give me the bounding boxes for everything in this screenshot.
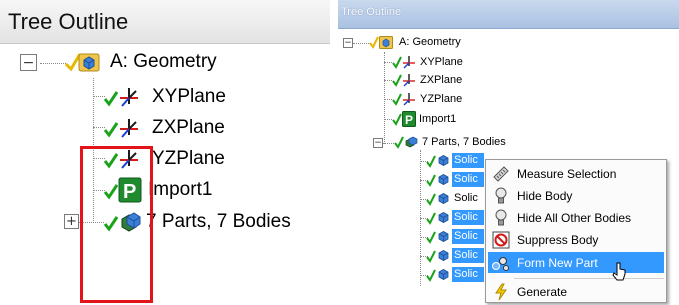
plane-axes-icon	[118, 86, 140, 108]
green-check-icon	[392, 73, 402, 87]
plane-axes-icon	[402, 55, 416, 69]
lightbulb-icon	[490, 186, 512, 205]
menu-item-label: Form New Part	[517, 255, 598, 270]
svg-text:P: P	[405, 113, 413, 127]
tree-node-label: ZXPlane	[420, 74, 463, 86]
menu-item-form-new-part[interactable]: Form New Part	[488, 252, 664, 273]
collapse-expander[interactable]: −	[20, 54, 37, 71]
tree-node-label: 7 Parts, 7 Bodies	[422, 136, 506, 148]
solid-body-item[interactable]: Solic	[452, 229, 484, 244]
menu-item-label: Hide All Other Bodies	[517, 210, 632, 225]
ruler-icon	[490, 164, 512, 183]
green-check-icon	[103, 118, 119, 138]
tree-node-label: 7 Parts, 7 Bodies	[146, 211, 291, 232]
plane-axes-icon	[402, 73, 416, 87]
right-panel-header: Tree Outline	[338, 0, 679, 29]
left-panel-header: Tree Outline	[0, 0, 330, 44]
tree-node-zxplane[interactable]: ZXPlane	[392, 72, 462, 88]
menu-item-label: Measure Selection	[517, 166, 617, 181]
tree-node-zxplane[interactable]: ZXPlane	[103, 115, 225, 141]
green-check-icon	[426, 154, 436, 168]
green-check-icon	[392, 112, 402, 126]
tree-node-yzplane[interactable]: YZPlane	[392, 91, 462, 107]
solid-body-icon	[437, 173, 450, 186]
green-check-icon	[392, 55, 402, 69]
expand-expander[interactable]: +	[64, 214, 79, 229]
menu-item-label: Suppress Body	[517, 232, 599, 247]
menu-item-label: Hide Body	[517, 188, 573, 203]
solid-body-item[interactable]: Solic	[452, 267, 484, 282]
solid-body-icon	[437, 268, 450, 281]
geometry-icon	[379, 35, 393, 49]
tree-node-label: A: Geometry	[399, 36, 461, 48]
menu-item-hide-body[interactable]: Hide Body	[488, 185, 664, 206]
menu-item-hide-all-other-bodies[interactable]: Hide All Other Bodies	[488, 207, 664, 228]
lightning-icon	[490, 282, 512, 301]
tree-node-geometry[interactable]: A: Geometry	[64, 48, 217, 76]
green-check-icon	[426, 230, 436, 244]
tree-node-import1[interactable]: P Import1	[392, 110, 456, 128]
solid-body-icon	[437, 230, 450, 243]
menu-separator	[514, 278, 664, 279]
left-tree-outline-panel: Tree Outline − A: Geometry XYPlane ZXPla…	[0, 0, 330, 305]
solid-body-icon	[437, 249, 450, 262]
plane-axes-icon	[402, 92, 416, 106]
solid-body-item[interactable]: Solic	[452, 153, 484, 168]
tree-connector	[382, 143, 394, 144]
tree-node-label: YZPlane	[152, 148, 225, 169]
suppress-icon	[490, 230, 512, 249]
plane-axes-icon	[118, 117, 140, 139]
green-check-icon	[426, 192, 436, 206]
tree-node-xyplane[interactable]: XYPlane	[103, 84, 226, 110]
tree-connector	[384, 62, 392, 63]
green-check-icon	[394, 135, 404, 149]
import-icon: P	[402, 111, 416, 127]
collapse-expander[interactable]: −	[343, 38, 353, 48]
tree-node-parts-bodies[interactable]: 7 Parts, 7 Bodies	[394, 133, 506, 151]
tree-node-label: XYPlane	[152, 86, 226, 107]
collapse-expander[interactable]: −	[373, 138, 383, 148]
green-check-icon	[426, 211, 436, 225]
tree-node-label: XYPlane	[420, 56, 463, 68]
tree-node-label: Import1	[148, 179, 213, 200]
tree-node-label: ZXPlane	[152, 117, 225, 138]
tree-connector	[384, 52, 385, 144]
solid-body-icon	[437, 192, 450, 205]
solid-body-item[interactable]: Solic	[452, 210, 484, 225]
mouse-pointer-icon	[612, 262, 628, 284]
tree-node-xyplane[interactable]: XYPlane	[392, 54, 463, 70]
solid-body-item[interactable]: Solic	[452, 191, 484, 206]
lightbulb-icon	[490, 208, 512, 227]
context-menu: Measure Selection Hide Body Hide All Oth…	[485, 159, 667, 303]
parts-bodies-icon	[404, 135, 418, 149]
menu-item-generate[interactable]: Generate	[488, 281, 664, 302]
green-check-icon	[426, 249, 436, 263]
solid-body-icon	[437, 211, 450, 224]
yellow-check-icon	[369, 35, 379, 49]
menu-item-measure-selection[interactable]: Measure Selection	[488, 163, 664, 184]
tree-connector	[40, 63, 66, 64]
tree-connector	[384, 119, 392, 120]
tree-node-label: Import1	[419, 113, 457, 125]
tree-node-geometry[interactable]: A: Geometry	[369, 33, 461, 51]
green-check-icon	[103, 87, 119, 107]
green-check-icon	[426, 268, 436, 282]
tree-connector	[384, 80, 392, 81]
menu-item-label: Generate	[517, 284, 568, 299]
geometry-icon	[78, 51, 100, 73]
green-check-icon	[426, 173, 436, 187]
solid-body-icon	[437, 154, 450, 167]
solid-body-item[interactable]: Solic	[452, 172, 484, 187]
menu-item-suppress-body[interactable]: Suppress Body	[488, 229, 664, 250]
green-check-icon	[392, 92, 402, 106]
tree-node-label: YZPlane	[420, 93, 463, 105]
solid-body-item[interactable]: Solic	[452, 248, 484, 263]
form-part-icon	[490, 253, 512, 272]
tree-connector	[384, 99, 392, 100]
annotation-highlight-box	[80, 146, 153, 303]
tree-node-label: A: Geometry	[110, 51, 217, 72]
